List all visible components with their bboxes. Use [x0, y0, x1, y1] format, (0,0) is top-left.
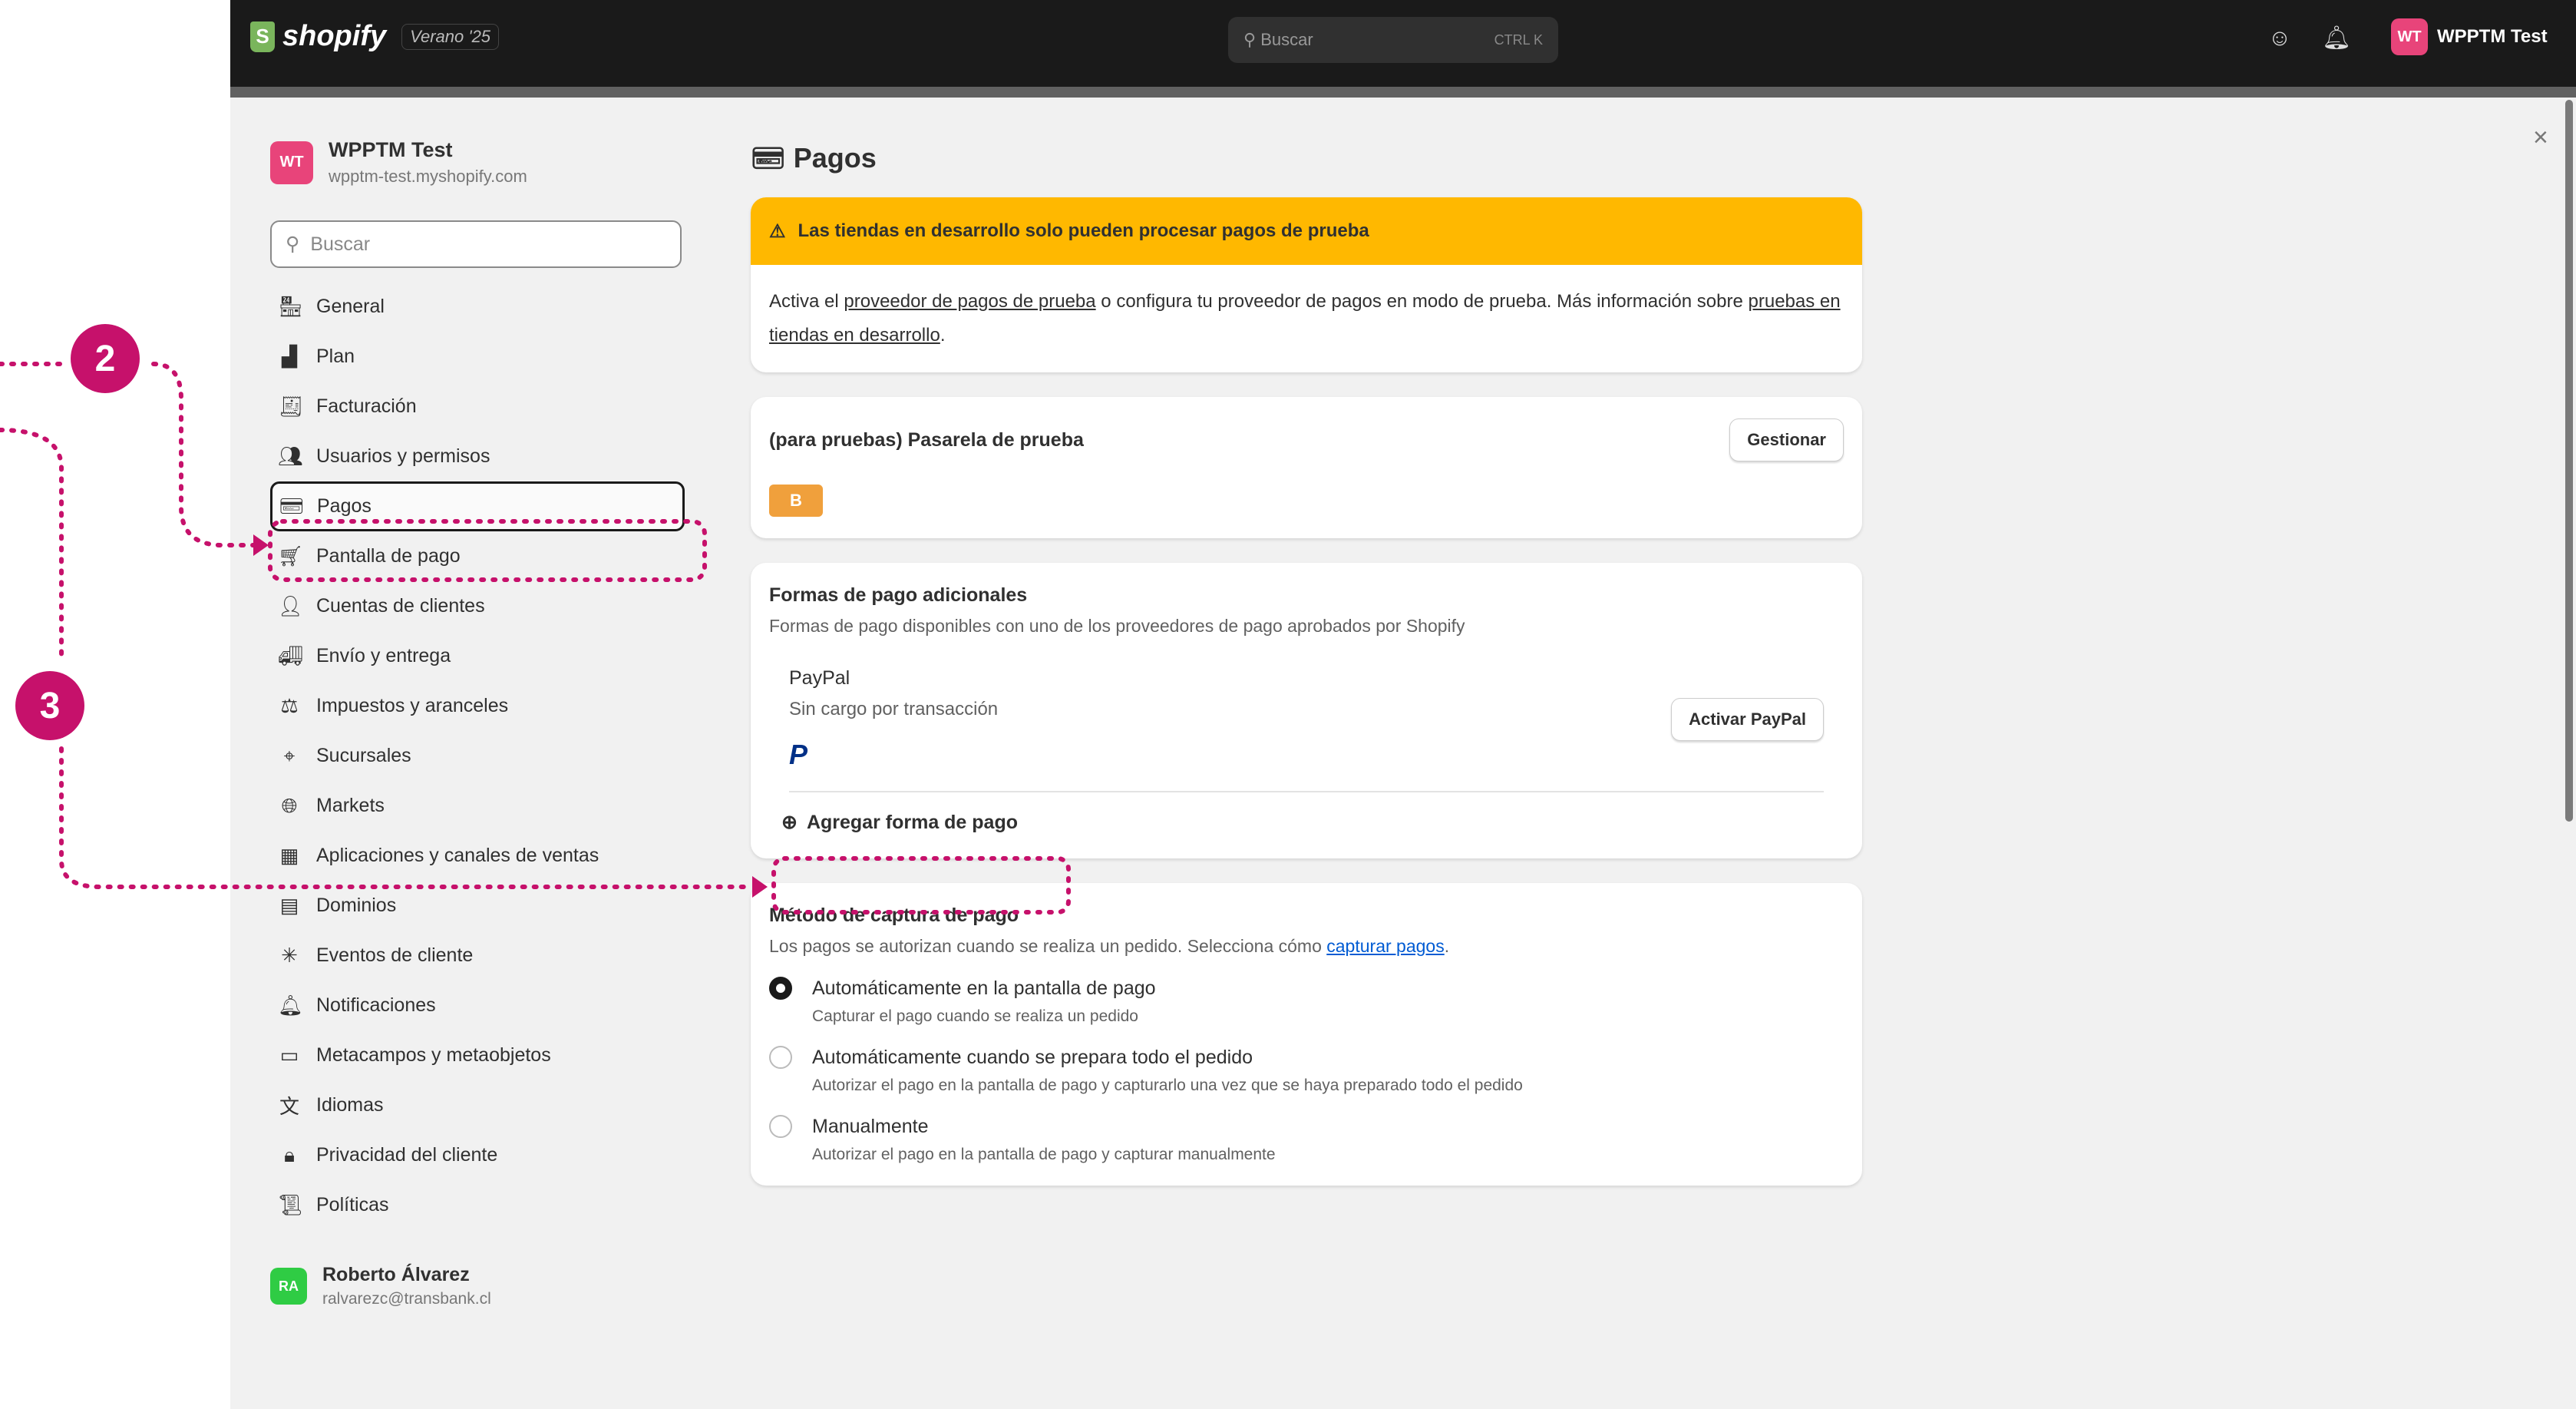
step-2-arrowhead	[253, 534, 269, 556]
step-3-highlight	[771, 856, 1071, 915]
step-2-highlight	[268, 519, 707, 582]
annotation-overlay	[0, 362, 1071, 915]
step-3-arrowhead	[752, 876, 768, 898]
step-3-connector	[0, 428, 64, 663]
step-3-badge: 3	[15, 671, 84, 740]
step-3-connector	[59, 746, 755, 889]
step-2-connector	[151, 362, 256, 547]
step-2-badge: 2	[71, 324, 140, 393]
